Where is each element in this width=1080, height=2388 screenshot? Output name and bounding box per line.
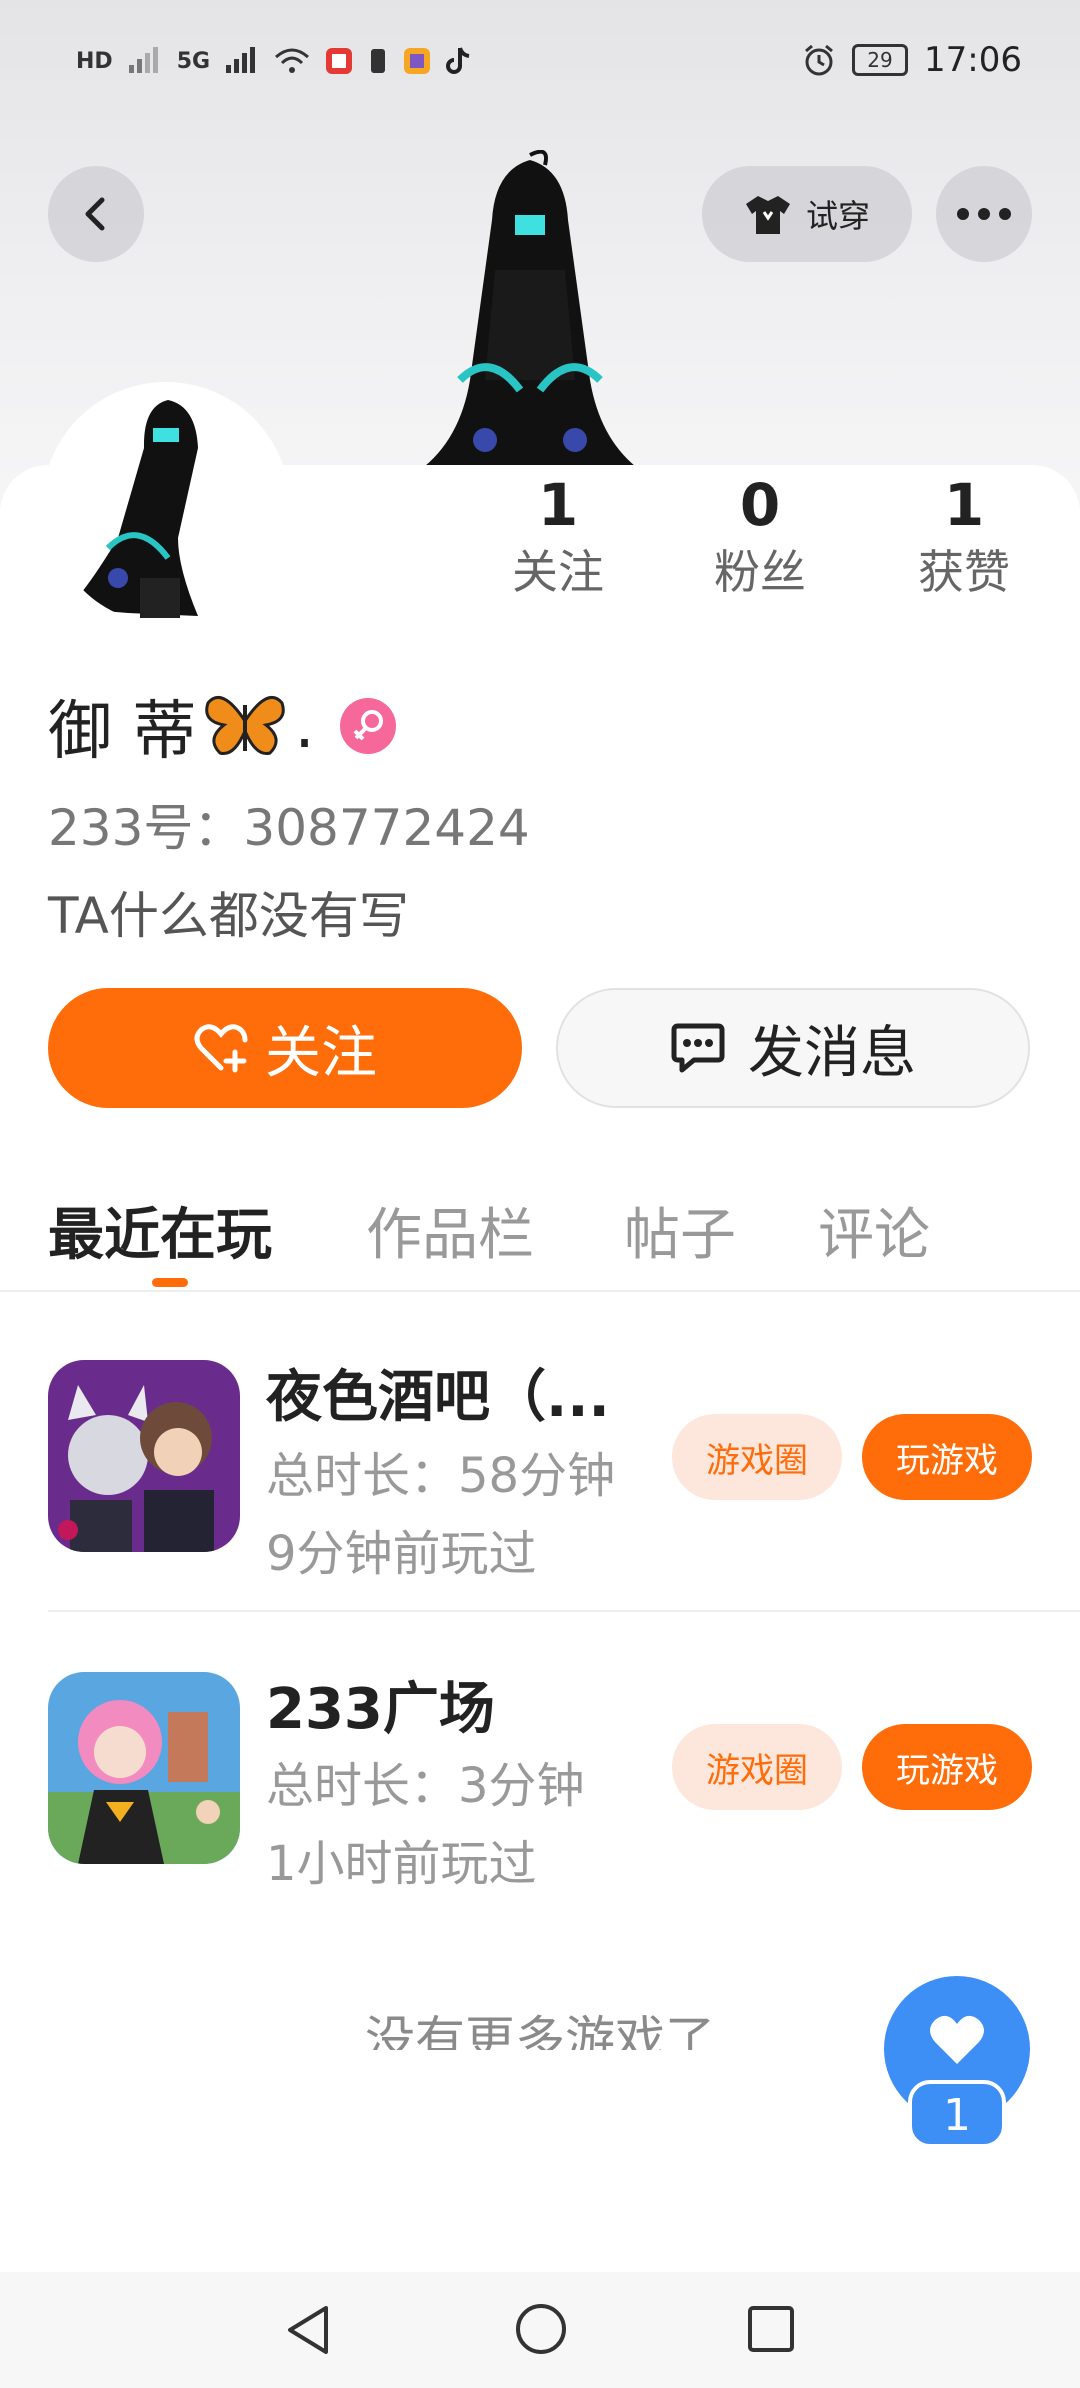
game-circle-button[interactable]: 游戏圈 bbox=[672, 1414, 842, 1500]
following-count: 1 bbox=[537, 471, 579, 539]
try-on-label: 试穿 bbox=[805, 197, 870, 235]
more-options-button[interactable] bbox=[936, 166, 1032, 262]
battery-alert-icon bbox=[371, 49, 386, 73]
follow-label: 关注 bbox=[265, 1020, 377, 1086]
message-label: 发消息 bbox=[748, 1020, 916, 1086]
female-gender-icon bbox=[339, 698, 396, 754]
tab-posts[interactable]: 帖子 bbox=[624, 1190, 736, 1271]
game-last-played: 9分钟前玩过 bbox=[266, 1526, 537, 1582]
likes-count: 1 bbox=[943, 471, 985, 539]
more-dots-icon bbox=[957, 208, 1011, 220]
status-time: 17:06 bbox=[924, 40, 1022, 80]
nav-back-icon[interactable] bbox=[282, 2302, 334, 2358]
avatar-image bbox=[68, 400, 198, 618]
list-divider bbox=[48, 1610, 1080, 1612]
tab-divider bbox=[0, 1290, 1080, 1292]
follow-button[interactable]: 关注 bbox=[48, 988, 522, 1108]
stat-following[interactable]: 1 关注 bbox=[488, 470, 628, 604]
back-button[interactable] bbox=[48, 166, 144, 262]
status-bar: HD 5G 29 17:06 bbox=[0, 0, 1080, 128]
game-thumbnail-image bbox=[48, 1360, 240, 1552]
status-left: HD 5G bbox=[76, 46, 472, 76]
likes-label: 获赞 bbox=[918, 545, 1010, 599]
game-circle-button[interactable]: 游戏圈 bbox=[672, 1724, 842, 1810]
user-name-suffix: . bbox=[294, 689, 315, 763]
avatar-figure-image bbox=[420, 150, 640, 470]
signal-icon-2 bbox=[226, 47, 256, 73]
nav-recents-icon[interactable] bbox=[746, 2304, 796, 2354]
game-last-played: 1小时前玩过 bbox=[266, 1836, 537, 1892]
play-game-button[interactable]: 玩游戏 bbox=[862, 1414, 1032, 1500]
followers-count: 0 bbox=[739, 471, 781, 539]
status-right: 29 17:06 bbox=[802, 40, 1022, 80]
tab-comments[interactable]: 评论 bbox=[818, 1190, 930, 1271]
alarm-icon bbox=[805, 44, 833, 76]
battery-indicator: 29 bbox=[852, 44, 909, 76]
game-thumbnail-image bbox=[48, 1672, 240, 1864]
game-icon-night-bar[interactable] bbox=[48, 1360, 240, 1552]
tab-recently-played[interactable]: 最近在玩 bbox=[48, 1190, 272, 1271]
message-button[interactable]: 发消息 bbox=[556, 988, 1030, 1108]
followers-label: 粉丝 bbox=[714, 545, 806, 599]
user-id: 233号：308772424 bbox=[48, 799, 530, 857]
game-duration: 总时长：58分钟 bbox=[266, 1448, 616, 1504]
heart-plus-icon bbox=[194, 1024, 248, 1073]
nav-home-icon[interactable] bbox=[514, 2302, 568, 2356]
try-on-button[interactable]: 试穿 bbox=[702, 166, 912, 262]
play-game-button[interactable]: 玩游戏 bbox=[862, 1724, 1032, 1810]
system-navigation-bar bbox=[0, 2272, 1080, 2388]
game-title[interactable]: 夜色酒吧（... bbox=[266, 1352, 610, 1433]
chevron-left-icon bbox=[85, 197, 105, 231]
heart-icon bbox=[930, 2015, 984, 2064]
tiktok-icon bbox=[446, 47, 470, 74]
user-avatar[interactable] bbox=[48, 388, 284, 624]
active-tab-indicator bbox=[152, 1278, 188, 1287]
game-duration: 总时长：3分钟 bbox=[266, 1758, 585, 1814]
shirt-icon bbox=[745, 196, 790, 234]
5g-indicator: 5G bbox=[176, 48, 211, 74]
chat-icon bbox=[671, 1023, 725, 1073]
butterfly-icon bbox=[205, 696, 286, 756]
user-name-row: 御 蒂 . bbox=[48, 680, 397, 772]
like-count-badge: 1 bbox=[908, 2080, 1006, 2148]
stat-likes[interactable]: 1 获赞 bbox=[894, 470, 1034, 604]
following-label: 关注 bbox=[512, 545, 604, 599]
signal-icon bbox=[128, 47, 158, 73]
wifi-icon bbox=[275, 48, 310, 73]
app-icon bbox=[404, 48, 431, 74]
stat-followers[interactable]: 0 粉丝 bbox=[690, 470, 830, 604]
user-bio: TA什么都没有写 bbox=[48, 887, 409, 945]
tab-works[interactable]: 作品栏 bbox=[366, 1190, 534, 1271]
app-notification-icon bbox=[326, 48, 353, 74]
user-name: 御 蒂 bbox=[48, 695, 197, 769]
game-title[interactable]: 233广场 bbox=[266, 1664, 495, 1745]
hd-indicator: HD bbox=[76, 48, 113, 74]
game-icon-233-square[interactable] bbox=[48, 1672, 240, 1864]
